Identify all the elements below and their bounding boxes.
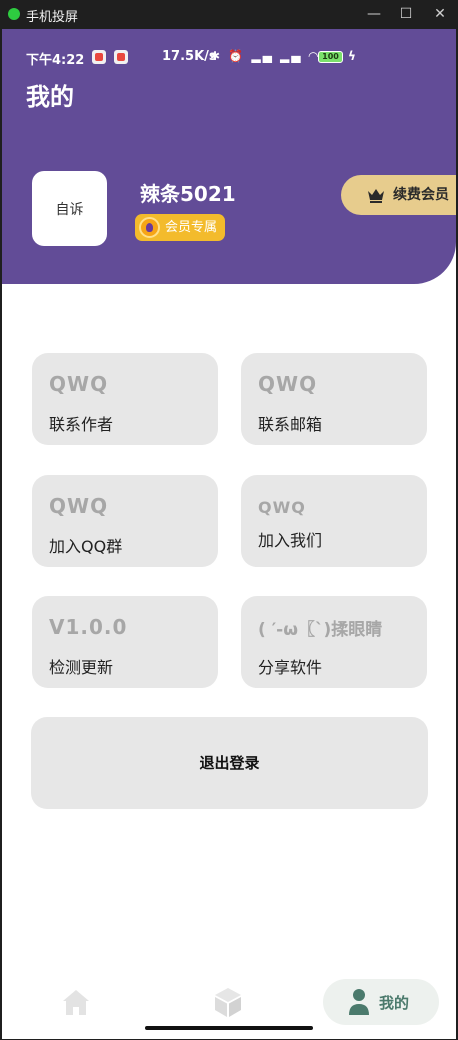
card-label: 检测更新 bbox=[49, 658, 114, 677]
card-value: ( ′-ω〖`)揉眼睛 bbox=[258, 620, 383, 640]
renew-membership-button[interactable]: 续费会员 bbox=[341, 175, 456, 215]
card-value: QWQ bbox=[49, 494, 109, 518]
home-indicator[interactable] bbox=[145, 1026, 313, 1030]
card-label: 加入我们 bbox=[258, 531, 323, 550]
tab-home[interactable] bbox=[60, 979, 92, 1025]
card-value: QWQ bbox=[49, 372, 109, 396]
avatar-text: 自诉 bbox=[55, 201, 84, 218]
card-label: 联系邮箱 bbox=[258, 415, 323, 434]
card-join-qq-group[interactable]: QWQ 加入QQ群 bbox=[32, 475, 218, 567]
card-share-app[interactable]: ( ′-ω〖`)揉眼睛 分享软件 bbox=[241, 596, 427, 688]
card-contact-email[interactable]: QWQ 联系邮箱 bbox=[241, 353, 427, 445]
card-contact-author[interactable]: QWQ 联系作者 bbox=[32, 353, 218, 445]
logout-button[interactable]: 退出登录 bbox=[31, 717, 428, 809]
charging-icon: ϟ bbox=[348, 49, 356, 63]
renew-label: 续费会员 bbox=[393, 187, 449, 203]
status-bar: 下午4:22 17.5K/s ✱ ⏰ ▂▄ ▂▄ ◠ 100 ϟ bbox=[26, 49, 436, 68]
battery-icon: 100 bbox=[318, 51, 343, 63]
home-icon bbox=[63, 990, 89, 1015]
window-titlebar: 手机投屏 — ☐ ✕ bbox=[0, 0, 458, 29]
crown-icon bbox=[139, 217, 160, 238]
person-icon bbox=[349, 989, 369, 1015]
network-speed: 17.5K/s bbox=[162, 49, 217, 64]
vip-badge-label: 会员专属 bbox=[165, 220, 218, 235]
app-status-icon bbox=[8, 8, 20, 20]
minimize-button[interactable]: — bbox=[364, 4, 384, 24]
card-check-update[interactable]: V1.0.0 检测更新 bbox=[32, 596, 218, 688]
notification-app-icon bbox=[92, 50, 106, 64]
phone-screen: 下午4:22 17.5K/s ✱ ⏰ ▂▄ ▂▄ ◠ 100 ϟ 我的 自诉 辣… bbox=[2, 29, 456, 1039]
tab-discover[interactable] bbox=[212, 979, 244, 1025]
status-icons: ✱ ⏰ ▂▄ ▂▄ ◠ bbox=[210, 49, 320, 63]
card-value: QWQ bbox=[258, 498, 306, 517]
page-title: 我的 bbox=[26, 83, 74, 111]
card-label: 联系作者 bbox=[49, 415, 114, 434]
tab-mine[interactable]: 我的 bbox=[323, 979, 439, 1025]
card-label: 加入QQ群 bbox=[49, 537, 123, 556]
tab-mine-label: 我的 bbox=[379, 994, 410, 1012]
card-value: V1.0.0 bbox=[49, 615, 128, 639]
card-join-us[interactable]: QWQ 加入我们 bbox=[241, 475, 427, 567]
window-title: 手机投屏 bbox=[26, 10, 79, 25]
card-label: 分享软件 bbox=[258, 658, 323, 677]
card-value: QWQ bbox=[258, 372, 318, 396]
maximize-button[interactable]: ☐ bbox=[396, 4, 416, 24]
box-icon bbox=[215, 988, 241, 1017]
avatar[interactable]: 自诉 bbox=[32, 171, 107, 246]
status-time: 下午4:22 bbox=[26, 53, 85, 68]
vip-badge: 会员专属 bbox=[135, 214, 226, 241]
close-button[interactable]: ✕ bbox=[430, 4, 450, 24]
notification-app-icon-2 bbox=[114, 50, 128, 64]
crown-icon bbox=[368, 189, 384, 203]
username: 辣条5021 bbox=[140, 182, 236, 206]
